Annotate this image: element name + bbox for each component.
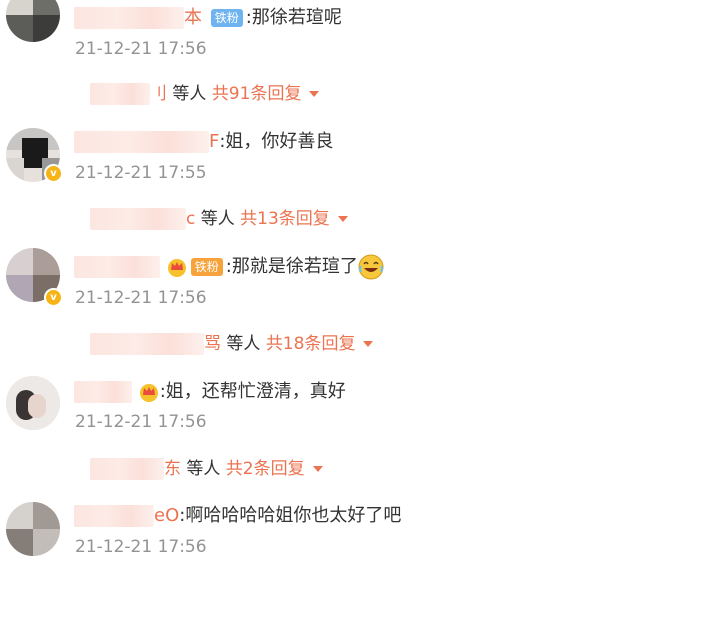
dropdown-arrow-icon [312, 466, 323, 472]
avatar[interactable] [6, 502, 60, 556]
crown-icon [167, 259, 186, 277]
comment-text: :那就是徐若瑄了 [225, 256, 358, 277]
comment-line: F :姐，你好善良 [74, 129, 333, 155]
comment-item: 本 铁粉:那徐若瑄呢 21-12-21 17:56 刂 等人 共91条回复 [0, 0, 701, 112]
view-replies-link[interactable]: 刂 等人 共91条回复 [90, 79, 320, 105]
comment-item: v 铁粉:那就是徐若瑄了 21-12-21 17:56 骂 等人 共18条回复 [0, 248, 701, 372]
verified-badge-icon: v [44, 164, 63, 183]
avatar[interactable] [6, 376, 60, 430]
comment-line: :姐，还帮忙澄清，真好 [74, 379, 346, 405]
view-replies-link[interactable]: 骂 等人 共18条回复 [90, 329, 374, 355]
comment-text: :姐，你好善良 [219, 131, 334, 152]
comment-text: :姐，还帮忙澄清，真好 [159, 381, 346, 402]
dropdown-arrow-icon [337, 216, 348, 222]
username[interactable]: eO [74, 503, 179, 529]
comment-item: :姐，还帮忙澄清，真好 21-12-21 17:56 东 等人 共2条回复 [0, 372, 701, 496]
fan-badge: 铁粉 [190, 258, 223, 276]
timestamp: 21-12-21 17:56 [75, 412, 207, 432]
timestamp: 21-12-21 17:56 [75, 39, 207, 59]
laughing-emoji-icon [358, 254, 384, 280]
reply-count: 共13条回复 [240, 209, 330, 229]
fan-badge: 铁粉 [210, 9, 243, 27]
reply-count: 共91条回复 [211, 84, 302, 104]
verified-badge-icon: v [44, 288, 63, 307]
view-replies-link[interactable]: 东 等人 共2条回复 [90, 454, 323, 480]
username[interactable] [74, 254, 160, 280]
comment-line: 铁粉:那就是徐若瑄了 [74, 254, 384, 280]
username[interactable]: 本 [74, 5, 202, 31]
comment-line: 本 铁粉:那徐若瑄呢 [74, 5, 342, 31]
comment-item: eO :啊哈哈哈哈姐你也太好了吧 21-12-21 17:56 [0, 494, 701, 618]
username[interactable]: F [74, 129, 219, 155]
crown-icon [139, 384, 158, 402]
dropdown-arrow-icon [309, 91, 320, 97]
reply-count: 共18条回复 [265, 334, 356, 354]
timestamp: 21-12-21 17:56 [75, 288, 207, 308]
username[interactable] [74, 379, 132, 405]
comment-item: v F :姐，你好善良 21-12-21 17:55 c 等人 共13条回复 [0, 124, 701, 248]
comment-line: eO :啊哈哈哈哈姐你也太好了吧 [74, 503, 401, 529]
timestamp: 21-12-21 17:56 [75, 537, 207, 557]
dropdown-arrow-icon [363, 341, 374, 347]
comment-text: :那徐若瑄呢 [245, 7, 342, 28]
comment-text: :啊哈哈哈哈姐你也太好了吧 [179, 505, 402, 526]
reply-count: 共2条回复 [225, 459, 305, 479]
avatar[interactable] [6, 0, 60, 42]
view-replies-link[interactable]: c 等人 共13条回复 [90, 204, 348, 230]
timestamp: 21-12-21 17:55 [75, 163, 207, 183]
